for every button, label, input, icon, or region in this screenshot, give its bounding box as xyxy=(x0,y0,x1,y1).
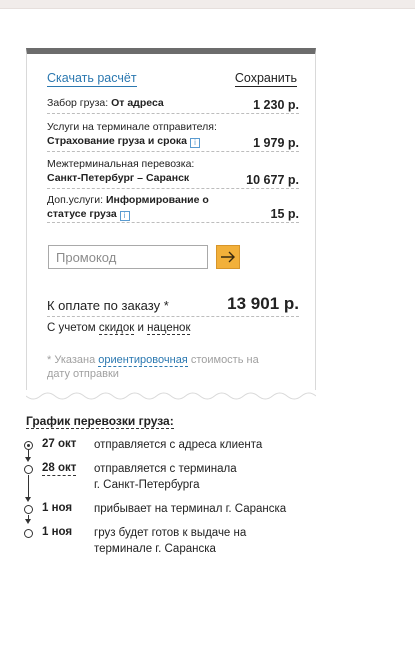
schedule-title[interactable]: График перевозки груза: xyxy=(26,414,174,429)
extra-services-value-line: статусе груза i xyxy=(47,207,299,221)
schedule-date[interactable]: 28 окт xyxy=(42,462,77,476)
schedule-text-line: г. Санкт-Петербурга xyxy=(94,479,200,491)
total-value: 13 901 р. xyxy=(227,294,299,313)
markups-link[interactable]: наценок xyxy=(147,322,191,335)
apply-promo-button[interactable] xyxy=(216,245,240,269)
schedule-text: прибывает на терминал г. Саранска xyxy=(94,503,287,515)
schedule-text: отправляется с терминала г. Санкт-Петерб… xyxy=(94,461,314,493)
info-icon[interactable]: i xyxy=(190,138,201,148)
schedule-date: 1 ноя xyxy=(42,502,73,514)
current-step-icon xyxy=(24,441,33,450)
arrow-down-icon xyxy=(25,497,31,502)
schedule-text-line: отправляется с терминала xyxy=(94,463,237,475)
price-note: * Указана ориентировочная стоимость на д… xyxy=(47,353,277,381)
calculation-card: Скачать расчёт Сохранить Забор груза: От… xyxy=(26,48,316,394)
interterminal-row: Межтерминальная перевозка: Санкт-Петербу… xyxy=(47,157,299,189)
sender-terminal-label: Услуги на терминале отправителя xyxy=(47,121,214,133)
info-icon[interactable]: i xyxy=(119,211,130,221)
top-bar xyxy=(0,0,415,9)
save-link[interactable]: Сохранить xyxy=(234,71,297,87)
extra-services-label: Доп.услуги xyxy=(47,194,101,206)
sender-terminal-row: Услуги на терминале отправителя: Страхов… xyxy=(47,120,299,152)
interterminal-label: Межтерминальная перевозка xyxy=(47,158,192,170)
schedule-text-line: терминале г. Саранска xyxy=(94,543,216,555)
schedule-text: груз будет готов к выдаче на терминале г… xyxy=(94,525,314,557)
discounts-and: и xyxy=(137,322,144,334)
pickup-row: Забор груза: От адреса 1 230 р. xyxy=(47,96,299,114)
discounts-line: С учетом скидок и наценок xyxy=(47,322,191,335)
note-prefix: * Указана xyxy=(47,354,96,366)
extra-services-row: Доп.услуги: Информирование о статусе гру… xyxy=(47,193,299,223)
pickup-price: 1 230 р. xyxy=(253,98,299,112)
step-icon xyxy=(24,529,33,538)
sender-terminal-price: 1 979 р. xyxy=(253,136,299,150)
schedule-text: отправляется с адреса клиента xyxy=(94,439,263,451)
interterminal-price: 10 677 р. xyxy=(246,173,299,187)
approximate-link[interactable]: ориентировочная xyxy=(98,354,188,367)
card-torn-edge xyxy=(26,390,316,400)
schedule-date: 27 окт xyxy=(42,438,77,450)
arrow-down-icon xyxy=(25,519,31,524)
interterminal-label-line: Межтерминальная перевозка: xyxy=(47,158,195,170)
extra-services-value-2: статусе груза xyxy=(47,208,117,220)
step-icon xyxy=(24,465,33,474)
sender-terminal-label-line: Услуги на терминале отправителя: xyxy=(47,121,217,133)
pickup-value: От адреса xyxy=(111,97,164,109)
discounts-prefix: С учетом xyxy=(47,322,96,334)
extra-services-label-line: Доп.услуги: Информирование о xyxy=(47,194,209,206)
schedule-text-line: груз будет готов к выдаче на xyxy=(94,527,247,539)
total-row: К оплате по заказу * 13 901 р. xyxy=(47,293,299,317)
card-actions: Скачать расчёт Сохранить xyxy=(47,71,297,89)
step-icon xyxy=(24,505,33,514)
discounts-link[interactable]: скидок xyxy=(98,322,135,335)
sender-terminal-value: Страхование груза и срока xyxy=(47,135,188,147)
download-calculation-link[interactable]: Скачать расчёт xyxy=(47,71,137,87)
promo-code-input[interactable] xyxy=(48,245,208,269)
total-label: К оплате по заказу * xyxy=(47,298,169,313)
schedule-timeline: 27 окт отправляется с адреса клиента 28 … xyxy=(24,436,324,566)
extra-services-price: 15 р. xyxy=(270,207,300,221)
schedule-date: 1 ноя xyxy=(42,526,73,538)
timeline-connector xyxy=(28,475,29,498)
arrow-right-icon xyxy=(221,251,235,263)
pickup-label: Забор груза xyxy=(47,97,106,109)
arrow-down-icon xyxy=(25,457,31,462)
extra-services-value-1: Информирование о xyxy=(105,194,209,206)
